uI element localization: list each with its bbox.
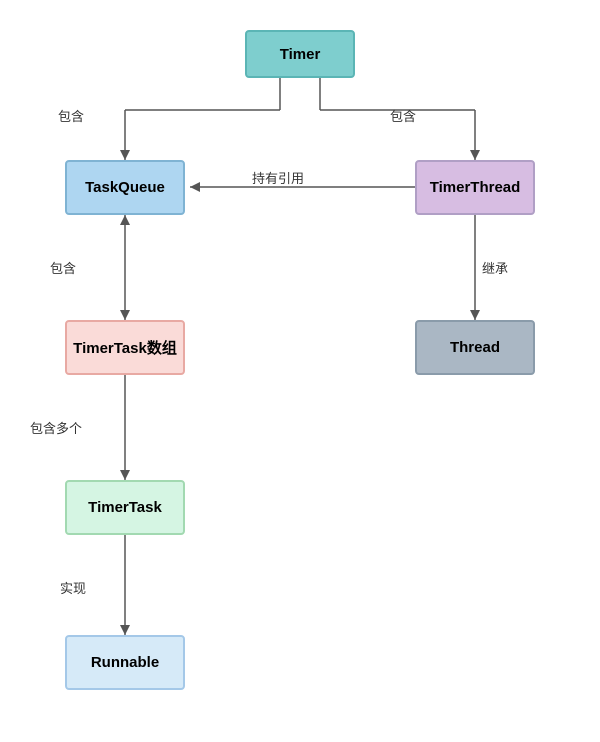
label-timertask-arr-timertask: 包含多个 bbox=[30, 418, 82, 437]
diagram: Timer TaskQueue TimerThread TimerTask数组 … bbox=[0, 0, 600, 742]
runnable-node: Runnable bbox=[65, 635, 185, 690]
label-timerthread-thread: 继承 bbox=[482, 258, 508, 277]
label-timertask-runnable: 实现 bbox=[60, 578, 86, 597]
timer-label: Timer bbox=[280, 46, 321, 63]
timertask-arr-node: TimerTask数组 bbox=[65, 320, 185, 375]
label-timer-timerthread: 包含 bbox=[390, 106, 416, 125]
timertask-label: TimerTask bbox=[88, 499, 162, 516]
timer-node: Timer bbox=[245, 30, 355, 78]
label-timer-taskqueue: 包含 bbox=[58, 106, 84, 125]
thread-node: Thread bbox=[415, 320, 535, 375]
label-timerthread-taskqueue: 持有引用 bbox=[252, 168, 304, 187]
taskqueue-label: TaskQueue bbox=[85, 179, 165, 196]
timerthread-node: TimerThread bbox=[415, 160, 535, 215]
label-taskqueue-timertask-arr: 包含 bbox=[50, 258, 76, 277]
timerthread-label: TimerThread bbox=[430, 179, 521, 196]
taskqueue-node: TaskQueue bbox=[65, 160, 185, 215]
timertask-node: TimerTask bbox=[65, 480, 185, 535]
thread-label: Thread bbox=[450, 339, 500, 356]
timertask-arr-label: TimerTask数组 bbox=[73, 337, 177, 358]
runnable-label: Runnable bbox=[91, 654, 159, 671]
